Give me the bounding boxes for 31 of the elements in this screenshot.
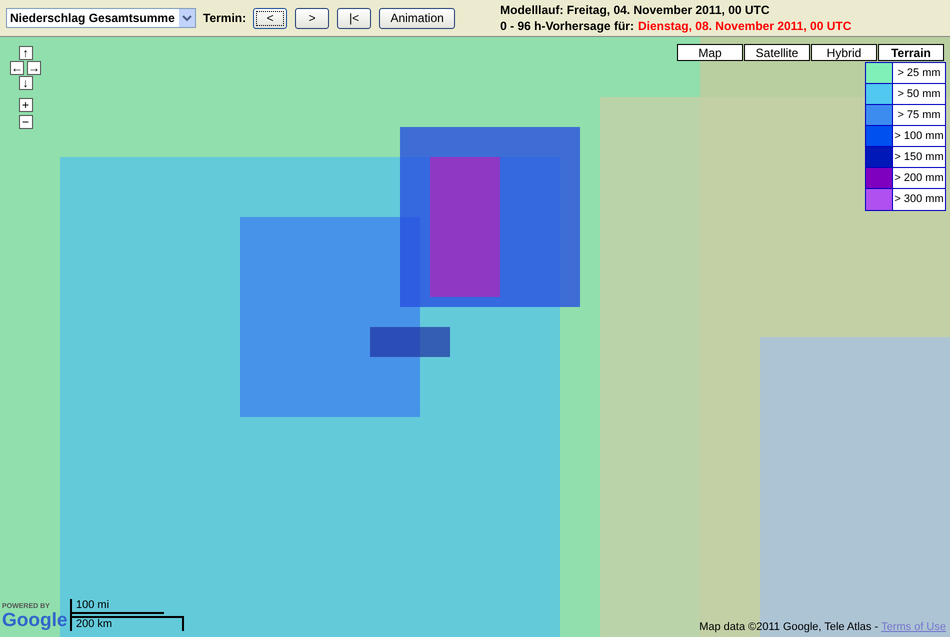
map-control-button[interactable]: ← — [10, 61, 24, 75]
termin-label: Termin: — [203, 10, 246, 27]
legend-label: > 75 mm — [896, 108, 942, 123]
map-control-button[interactable]: − — [18, 115, 32, 129]
termin-button[interactable]: > — [295, 8, 330, 28]
scale-miles-label: 100 mi — [72, 599, 164, 614]
forecast-label: 0 - 96 h-Vorhersage für: — [500, 18, 634, 34]
map-type-button[interactable]: Terrain — [878, 44, 944, 61]
termin-button[interactable]: |< — [337, 8, 372, 28]
dropdown-caret-icon — [179, 9, 195, 27]
termin-button[interactable]: < — [253, 8, 288, 28]
legend-label: > 100 mm — [893, 128, 945, 144]
legend-label: > 150 mm — [893, 150, 945, 165]
termin-button[interactable]: Animation — [379, 8, 456, 28]
legend-label: > 25 mm — [896, 66, 942, 81]
map-type-button[interactable]: Satellite — [744, 44, 810, 61]
legend-label: > 50 mm — [896, 86, 942, 102]
legend-label: > 200 mm — [893, 170, 945, 186]
map-control-button[interactable]: ↓ — [18, 76, 32, 90]
map-control-button[interactable]: ↑ — [18, 46, 32, 60]
map-type-button[interactable]: Map — [677, 44, 743, 61]
map-type-button[interactable]: Hybrid — [811, 44, 877, 61]
forecast-time: Dienstag, 08. November 2011, 00 UTC — [638, 18, 852, 34]
select-value: Niederschlag Gesamtsumme — [10, 10, 175, 27]
scale-km-label: 200 km — [72, 616, 184, 631]
product-select[interactable]: Niederschlag Gesamtsumme — [6, 8, 196, 28]
model-run-text: Modelllauf: Freitag, 04. November 2011, 00 UTC — [500, 2, 771, 18]
map-attribution: Map data ©2011 Google, Tele Atlas - — [699, 620, 880, 634]
map-control-button[interactable]: → — [27, 61, 41, 75]
map-control-button[interactable]: + — [18, 98, 32, 112]
legend-label: > 300 mm — [893, 192, 945, 208]
